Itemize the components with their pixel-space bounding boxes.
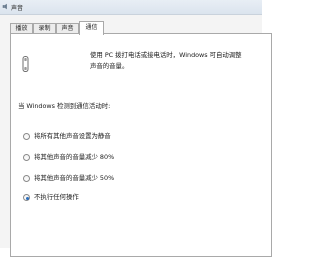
radio-button[interactable] [23,175,30,182]
radio-button-selected[interactable] [23,194,30,201]
radio-button[interactable] [23,133,30,140]
description-line-2: 声音的音量。 [90,61,129,70]
option-do-nothing[interactable]: 不执行任何操作 [23,192,79,202]
tab-communications[interactable]: 通信 [79,21,104,35]
description-line-1: 使用 PC 拨打电话或接电话时，Windows 可自动调整 [90,51,242,59]
option-mute-all[interactable]: 将所有其他声音设置为静音 [23,131,111,141]
speaker-icon [2,3,7,10]
detection-heading: 当 Windows 检测到通信活动时: [18,102,111,110]
radio-button[interactable] [23,154,30,161]
title-bar[interactable]: 声音 [0,0,262,15]
communications-description: 使用 PC 拨打电话或接电话时，Windows 可自动调整 声音的音量。 [90,50,280,71]
option-reduce-80[interactable]: 将其他声音的音量减少 80% [23,152,114,162]
window-title: 声音 [11,5,24,12]
option-reduce-50[interactable]: 将其他声音的音量减少 50% [23,173,114,183]
telephone-icon [22,56,29,72]
option-label: 将所有其他声音设置为静音 [34,132,111,140]
option-label: 将其他声音的音量减少 50% [34,174,115,182]
sound-dialog: 声音 播放 录制 声音 通信 使用 PC 拨打电话或接电话时，Windows 可… [0,0,272,257]
communications-panel: 使用 PC 拨打电话或接电话时，Windows 可自动调整 声音的音量。 当 W… [10,33,272,257]
option-label: 将其他声音的音量减少 80% [34,153,115,161]
option-label: 不执行任何操作 [34,193,79,201]
